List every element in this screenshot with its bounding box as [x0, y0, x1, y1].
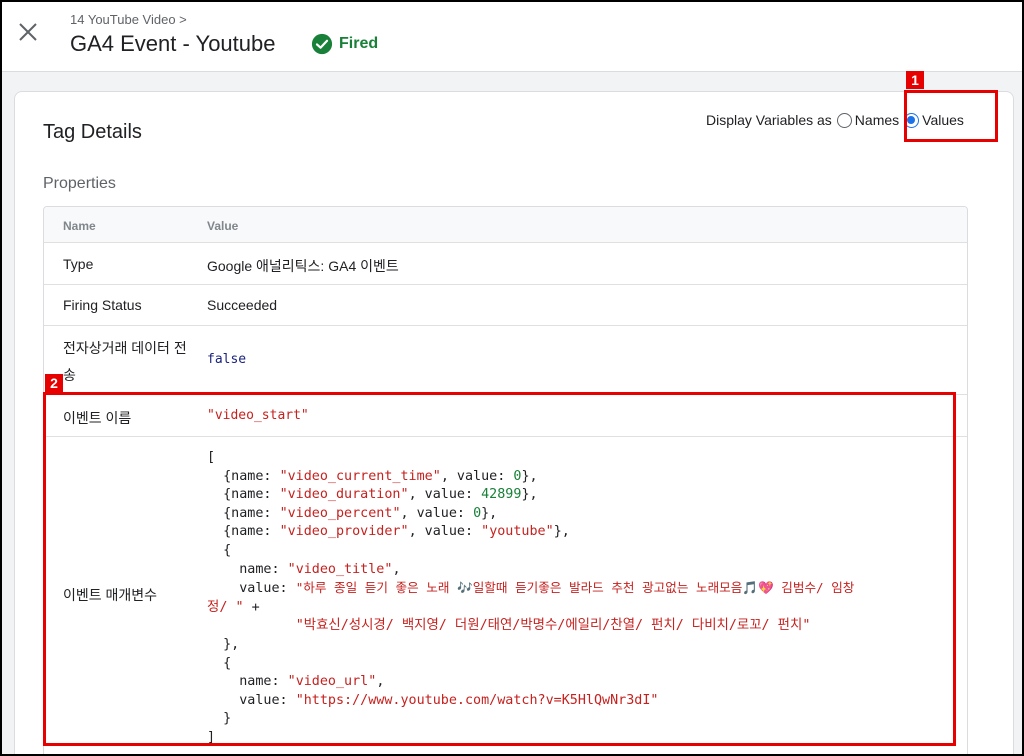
param-value: youtube: [489, 524, 546, 540]
param-value-continued: "박효신/성시경/ 백지영/ 더원/태연/박명수/에일리/찬열/ 펀치/ 다비치…: [295, 618, 811, 634]
param-value: 0: [473, 505, 482, 521]
param-value: 42899: [481, 487, 522, 503]
card-title: Tag Details: [43, 121, 142, 143]
param-value-continued: 정/ ": [207, 599, 244, 615]
check-circle-icon: [311, 33, 333, 55]
row-value: false: [207, 352, 247, 367]
status-text: Fired: [339, 35, 379, 52]
section-title: Properties: [43, 175, 116, 192]
row-value: "video_start": [207, 408, 309, 423]
param-name: video_provider: [287, 524, 401, 540]
table-row: 전자상거래 데이터 전 송 false: [44, 326, 967, 395]
table-row: 이벤트 매개변수 [ {name: "video_current_time", …: [44, 437, 967, 754]
row-name: Type: [63, 256, 94, 272]
radio-names-label[interactable]: Names: [855, 112, 899, 128]
screenshot-frame: 14 YouTube Video > GA4 Event - Youtube F…: [0, 0, 1024, 756]
param-name: video_duration: [287, 487, 401, 503]
page-title: GA4 Event - Youtube: [70, 31, 276, 56]
row-name: 전자상거래 데이터 전: [63, 340, 187, 356]
table-row: Firing Status Succeeded: [44, 285, 967, 326]
radio-values-label[interactable]: Values: [922, 112, 964, 128]
column-header-value: Value: [207, 219, 239, 233]
row-name-continued: 송: [63, 367, 76, 383]
row-name: 이벤트 이름: [63, 410, 132, 426]
radio-values[interactable]: [904, 112, 920, 128]
row-value: Succeeded: [207, 297, 278, 313]
table-row: Type Google 애널리틱스: GA4 이벤트: [44, 243, 967, 285]
param-name: video_title: [295, 561, 385, 577]
display-variables-toggle: Display Variables as Names Values: [706, 110, 964, 130]
properties-table: Name Value Type Google 애널리틱스: GA4 이벤트 Fi…: [43, 206, 968, 754]
row-name: Firing Status: [63, 297, 142, 313]
top-bar: 14 YouTube Video > GA4 Event - Youtube F…: [2, 2, 1022, 72]
param-value: "하루 종일 듣기 좋은 노래 🎶일할때 듣기좋은 발라드 추천 광고없는 노래…: [295, 580, 855, 596]
event-params-code: [ {name: "video_current_time", value: 0}…: [207, 450, 855, 745]
display-variables-label: Display Variables as: [706, 112, 832, 128]
close-button[interactable]: [14, 18, 42, 46]
param-value: "https://www.youtube.com/watch?v=K5HlQwN…: [295, 692, 659, 708]
row-name: 이벤트 매개변수: [63, 587, 158, 603]
param-name: video_url: [295, 674, 369, 690]
callout-number: 1: [906, 71, 924, 89]
status-badge: Fired: [311, 32, 378, 56]
table-header: Name Value: [44, 207, 967, 243]
row-value: Google 애널리틱스: GA4 이벤트: [207, 258, 399, 274]
tag-details-card: Tag Details Display Variables as Names V…: [14, 91, 1014, 754]
table-row: 이벤트 이름 "video_start": [44, 395, 967, 437]
param-name: video_current_time: [287, 468, 433, 484]
radio-names[interactable]: [836, 112, 852, 128]
callout-number: 2: [45, 374, 63, 392]
column-header-name: Name: [63, 219, 96, 233]
close-icon: [19, 23, 37, 41]
breadcrumb[interactable]: 14 YouTube Video >: [70, 12, 187, 27]
param-name: video_percent: [287, 505, 393, 521]
